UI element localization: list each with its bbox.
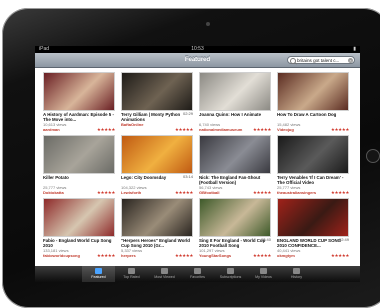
video-thumbnail[interactable] [277,135,349,174]
search-input[interactable]: britains got talent c... × [287,56,355,64]
video-duration: 03:40 [260,237,271,242]
video-thumbnail[interactable] [43,135,115,174]
video-card[interactable]: Joanna Quinn: How I Animate 6,740 views na… [199,72,271,132]
video-meta: 56,743 views GBfootball ★★★★★ [199,185,271,195]
video-meta: 133,181 views fabioworldcupsong ★★★★★ [43,248,115,258]
video-card[interactable]: Lego: City Doomsday 03:14 104,322 views Lew… [121,135,193,195]
video-card[interactable]: Sing It For England - World Cup 2010 Foo… [199,198,271,258]
video-meta: 02:29 BaftaOnline ★★★★★ [121,111,193,132]
video-title[interactable]: A History of Aardman: Episode 5 - The Mo… [43,112,115,122]
video-card[interactable]: Fabio - England World Cup Song 2010 133,1… [43,198,115,258]
tab-label: Most Viewed [154,275,175,279]
video-meta: 6,740 views nationalmediamuseum ★★★★★ [199,122,271,132]
video-thumbnail[interactable] [277,72,349,111]
video-thumbnail[interactable] [199,135,271,174]
video-thumbnail[interactable] [121,72,193,111]
app-screen: iPad 10:53 ▮ Featured britains got talen… [35,46,360,282]
tab-label: My Videos [255,275,272,279]
video-duration: 03:14 [182,174,193,179]
rating-stars: ★★★★★ [174,127,193,132]
clock: 10:53 [191,46,204,52]
tab-label: Featured [91,275,106,279]
search-icon [290,58,296,64]
rating-stars: ★★★★★ [174,190,193,195]
video-title[interactable]: Joanna Quinn: How I Animate [199,112,271,122]
video-card[interactable]: "Herpers Heroes" England World Cup Song … [121,198,193,258]
rating-stars: ★★★★★ [174,253,193,258]
video-thumbnail[interactable] [43,72,115,111]
home-button[interactable] [366,149,380,163]
search-query: britains got talent c... [297,58,340,63]
tab-label: History [290,275,303,279]
rating-stars: ★★★★★ [96,253,115,258]
video-card[interactable]: Killer Potato 25,777 views Doktokatta ★★★★★ [43,135,115,195]
video-thumbnail[interactable] [199,72,271,111]
tab-my-videos[interactable]: My Videos [247,266,280,282]
video-title[interactable]: How To Draw A Cartoon Dog [277,112,349,122]
video-thumbnail[interactable] [277,198,349,237]
video-duration: 02:29 [182,111,193,116]
video-thumbnail[interactable] [43,198,115,237]
video-title[interactable]: Terry Venables 'If I Can Dream' - The Of… [277,175,349,185]
tab-most-viewed[interactable]: Most Viewed [148,266,181,282]
video-title[interactable]: Killer Potato [43,175,115,185]
rating-stars: ★★★★★ [330,253,349,258]
video-meta: 15,482 views Videojug ★★★★★ [277,122,349,132]
tab-label: Favorites [190,275,205,279]
rating-stars: ★★★★★ [330,127,349,132]
video-meta: 03:40 101,297 views YoungStarSongs ★★★★★ [199,237,271,258]
video-meta: 25,777 views theaustraliansingers ★★★★★ [277,185,349,195]
tab-label: Subscriptions [219,275,242,279]
video-thumbnail[interactable] [121,135,193,174]
tab-label: Top Rated [123,275,140,279]
video-meta: 10,613 views aardman ★★★★★ [43,122,115,132]
rating-stars: ★★★★★ [252,127,271,132]
status-bar: iPad 10:53 ▮ [35,46,360,53]
video-grid: A History of Aardman: Episode 5 - The Mo… [43,72,358,258]
video-card[interactable]: Terry Venables 'If I Can Dream' - The Of… [277,135,349,195]
battery-icon: ▮ [353,46,356,52]
video-duration: 02:49 [338,237,349,242]
rating-stars: ★★★★★ [252,253,271,258]
video-card[interactable]: Terry Gilliam | Monty Python Animations 0… [121,72,193,132]
navigation-bar: Featured britains got talent c... × [35,53,360,68]
video-card[interactable]: ENGLAND WORLD CUP SONG 2010 CONFIDENCE..… [277,198,349,258]
tab-bar: Featured Top Rated Most Viewed Favorites Sub… [35,266,360,282]
video-meta: 03:14 104,322 views Lewisforth ★★★★★ [121,174,193,195]
tab-featured[interactable]: Featured [82,266,115,282]
camera-icon [206,22,210,26]
rating-stars: ★★★★★ [96,190,115,195]
tab-top-rated[interactable]: Top Rated [115,266,148,282]
video-card[interactable]: How To Draw A Cartoon Dog 15,482 views Vid… [277,72,349,132]
clear-icon[interactable]: × [348,58,353,63]
ipad-device: iPad 10:53 ▮ Featured britains got talen… [2,8,380,308]
video-title[interactable]: Fabio - England World Cup Song 2010 [43,238,115,248]
video-meta: 02:49 40,441 views okmgtym ★★★★★ [277,237,349,258]
video-thumbnail[interactable] [121,198,193,237]
video-card[interactable]: Nick: The England Fan-Shout (Football Ve… [199,135,271,195]
video-title[interactable]: "Herpers Heroes" England World Cup Song … [121,238,193,248]
video-thumbnail[interactable] [199,198,271,237]
tab-subscriptions[interactable]: Subscriptions [214,266,247,282]
video-card[interactable]: A History of Aardman: Episode 5 - The Mo… [43,72,115,132]
video-title[interactable]: Nick: The England Fan-Shout (Football Ve… [199,175,271,185]
video-meta: 25,777 views Doktokatta ★★★★★ [43,185,115,195]
tab-favorites[interactable]: Favorites [181,266,214,282]
rating-stars: ★★★★★ [330,190,349,195]
tab-history[interactable]: History [280,266,313,282]
rating-stars: ★★★★★ [96,127,115,132]
rating-stars: ★★★★★ [252,190,271,195]
video-meta: 5,337 views herpers ★★★★★ [121,248,193,258]
